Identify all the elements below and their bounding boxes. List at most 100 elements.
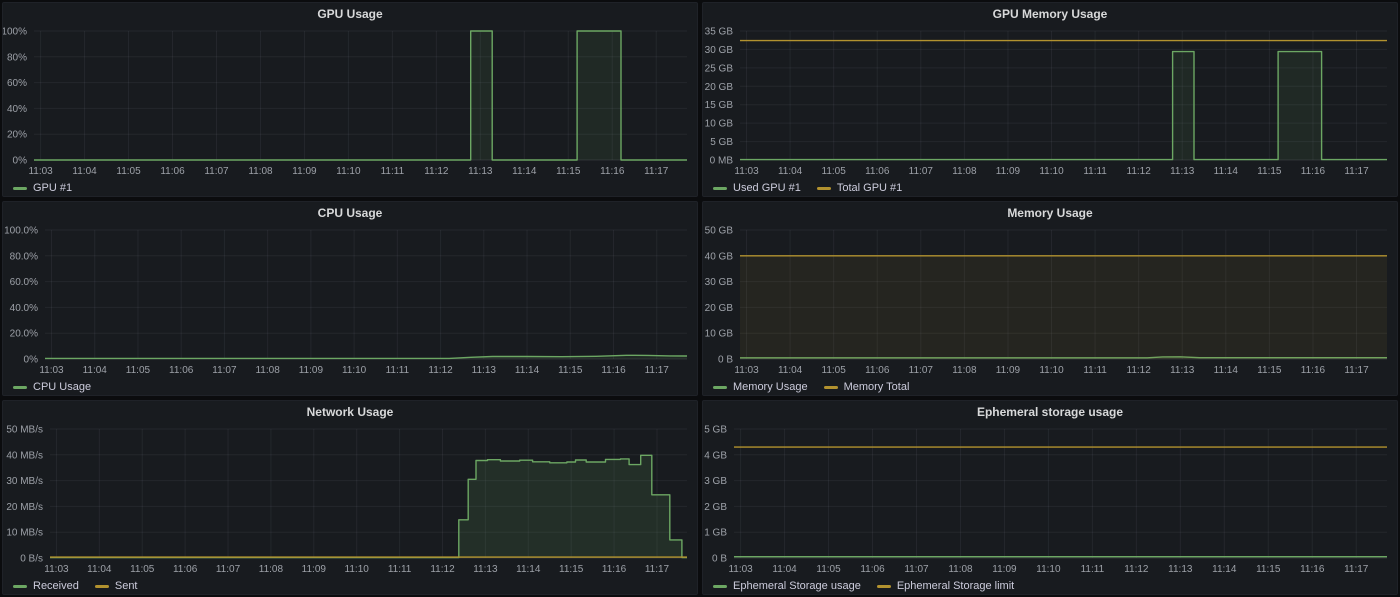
series-swatch-icon: [13, 187, 27, 190]
chart-svg-cpu-usage[interactable]: 0%20.0%40.0%60.0%80.0%100.0%11:0311:0411…: [3, 224, 697, 379]
x-tick-label: 11:07: [212, 365, 237, 376]
y-tick-label: 25 GB: [705, 63, 734, 74]
panel-gpu-usage: GPU Usage 0%20%40%60%80%100%11:0311:0411…: [2, 2, 698, 197]
chart-network-usage: 0 B/s10 MB/s20 MB/s30 MB/s40 MB/s50 MB/s…: [3, 423, 697, 578]
x-tick-label: 11:03: [734, 166, 759, 177]
legend-item-ephemeral-storage-limit[interactable]: Ephemeral Storage limit: [877, 580, 1014, 592]
x-tick-label: 11:12: [428, 365, 453, 376]
x-tick-label: 11:06: [169, 365, 194, 376]
chart-svg-ephemeral-storage-usage[interactable]: 0 B1 GB2 GB3 GB4 GB5 GB11:0311:0411:0511…: [703, 423, 1397, 578]
x-tick-label: 11:13: [1170, 166, 1195, 177]
series-swatch-icon: [713, 386, 727, 389]
panel-title-gpu-usage[interactable]: GPU Usage: [3, 3, 697, 25]
x-tick-label: 11:03: [39, 365, 64, 376]
y-tick-label: 100%: [3, 27, 27, 38]
x-tick-label: 11:08: [952, 365, 977, 376]
y-tick-label: 15 GB: [705, 100, 734, 111]
legend-item-total-gpu-1[interactable]: Total GPU #1: [817, 182, 902, 194]
chart-svg-memory-usage[interactable]: 0 B10 GB20 GB30 GB40 GB50 GB11:0311:0411…: [703, 224, 1397, 379]
y-tick-label: 0 MB: [710, 156, 734, 167]
x-tick-label: 11:09: [302, 564, 327, 575]
x-tick-label: 11:04: [778, 166, 803, 177]
y-tick-label: 30 GB: [705, 45, 734, 56]
legend-item-memory-total[interactable]: Memory Total: [824, 381, 910, 393]
x-tick-label: 11:16: [601, 365, 626, 376]
y-tick-label: 35 GB: [705, 27, 734, 38]
x-tick-label: 11:06: [160, 166, 185, 177]
x-tick-label: 11:12: [1124, 564, 1149, 575]
series-swatch-icon: [817, 187, 831, 190]
x-tick-label: 11:09: [292, 166, 317, 177]
x-tick-label: 11:06: [865, 166, 890, 177]
x-tick-label: 11:12: [430, 564, 455, 575]
panel-title-network-usage[interactable]: Network Usage: [3, 401, 697, 423]
x-tick-label: 11:07: [216, 564, 241, 575]
x-tick-label: 11:12: [424, 166, 449, 177]
panel-title-ephemeral-storage-usage[interactable]: Ephemeral storage usage: [703, 401, 1397, 423]
y-tick-label: 0%: [24, 355, 39, 366]
y-tick-label: 0 B: [718, 355, 733, 366]
x-tick-label: 11:03: [728, 564, 753, 575]
x-tick-label: 11:13: [472, 365, 497, 376]
y-tick-label: 20 MB/s: [6, 502, 43, 513]
x-tick-label: 11:08: [952, 166, 977, 177]
x-tick-label: 11:14: [1212, 564, 1237, 575]
x-tick-label: 11:14: [1214, 365, 1239, 376]
legend-label: CPU Usage: [33, 381, 91, 393]
chart-svg-gpu-memory-usage[interactable]: 0 MB5 GB10 GB15 GB20 GB25 GB30 GB35 GB11…: [703, 25, 1397, 180]
chart-gpu-usage: 0%20%40%60%80%100%11:0311:0411:0511:0611…: [3, 25, 697, 180]
legend-item-gpu-1[interactable]: GPU #1: [13, 182, 72, 194]
x-tick-label: 11:04: [778, 365, 803, 376]
legend-item-used-gpu-1[interactable]: Used GPU #1: [713, 182, 801, 194]
legend-label: Received: [33, 580, 79, 592]
grafana-dashboard: GPU Usage 0%20%40%60%80%100%11:0311:0411…: [0, 0, 1400, 597]
x-tick-label: 11:15: [1256, 564, 1281, 575]
y-tick-label: 40 MB/s: [6, 450, 43, 461]
y-tick-label: 20 GB: [705, 82, 734, 93]
y-tick-label: 5 GB: [710, 137, 733, 148]
series-fill: [34, 31, 687, 160]
x-tick-label: 11:11: [388, 564, 412, 575]
x-tick-label: 11:14: [1214, 166, 1239, 177]
x-tick-label: 11:13: [468, 166, 493, 177]
legend-item-cpu-usage[interactable]: CPU Usage: [13, 381, 91, 393]
x-tick-label: 11:16: [1301, 166, 1326, 177]
legend-label: GPU #1: [33, 182, 72, 194]
x-tick-label: 11:17: [1344, 564, 1369, 575]
series-fill: [740, 256, 1387, 359]
x-tick-label: 11:12: [1127, 166, 1152, 177]
series-swatch-icon: [824, 386, 838, 389]
y-tick-label: 5 GB: [704, 425, 727, 436]
x-tick-label: 11:10: [336, 166, 361, 177]
x-tick-label: 11:17: [645, 365, 670, 376]
panel-title-gpu-memory-usage[interactable]: GPU Memory Usage: [703, 3, 1397, 25]
x-tick-label: 11:03: [28, 166, 53, 177]
panel-title-memory-usage[interactable]: Memory Usage: [703, 202, 1397, 224]
y-tick-label: 10 GB: [705, 329, 734, 340]
chart-memory-usage: 0 B10 GB20 GB30 GB40 GB50 GB11:0311:0411…: [703, 224, 1397, 379]
series-swatch-icon: [13, 386, 27, 389]
panel-ephemeral-storage-usage: Ephemeral storage usage 0 B1 GB2 GB3 GB4…: [702, 400, 1398, 595]
x-tick-label: 11:08: [948, 564, 973, 575]
x-tick-label: 11:17: [1344, 365, 1369, 376]
y-tick-label: 30 MB/s: [6, 476, 43, 487]
panel-memory-usage: Memory Usage 0 B10 GB20 GB30 GB40 GB50 G…: [702, 201, 1398, 396]
series-swatch-icon: [13, 585, 27, 588]
x-tick-label: 11:10: [342, 365, 367, 376]
x-tick-label: 11:13: [473, 564, 498, 575]
y-tick-label: 20.0%: [10, 329, 38, 340]
y-tick-label: 20 GB: [705, 303, 734, 314]
legend-item-sent[interactable]: Sent: [95, 580, 138, 592]
legend-item-ephemeral-storage-usage[interactable]: Ephemeral Storage usage: [713, 580, 861, 592]
y-tick-label: 80.0%: [10, 251, 38, 262]
panel-title-cpu-usage[interactable]: CPU Usage: [3, 202, 697, 224]
legend-item-memory-usage[interactable]: Memory Usage: [713, 381, 808, 393]
chart-ephemeral-storage-usage: 0 B1 GB2 GB3 GB4 GB5 GB11:0311:0411:0511…: [703, 423, 1397, 578]
x-tick-label: 11:09: [992, 564, 1017, 575]
legend-label: Memory Total: [844, 381, 910, 393]
chart-svg-gpu-usage[interactable]: 0%20%40%60%80%100%11:0311:0411:0511:0611…: [3, 25, 697, 180]
chart-svg-network-usage[interactable]: 0 B/s10 MB/s20 MB/s30 MB/s40 MB/s50 MB/s…: [3, 423, 697, 578]
legend-item-received[interactable]: Received: [13, 580, 79, 592]
legend-label: Ephemeral Storage limit: [897, 580, 1014, 592]
legend-gpu-memory-usage: Used GPU #1 Total GPU #1: [703, 180, 1397, 197]
